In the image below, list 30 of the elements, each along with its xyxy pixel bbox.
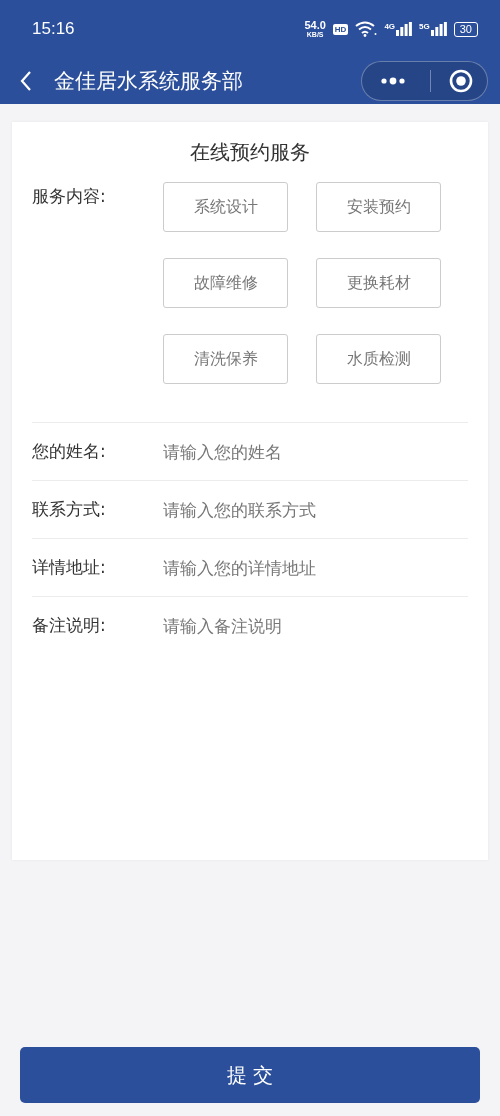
field-label: 您的姓名:	[32, 440, 107, 463]
service-option[interactable]: 安装预约	[316, 182, 441, 232]
service-option[interactable]: 更换耗材	[316, 258, 441, 308]
network-speed: 54.0	[304, 20, 326, 31]
back-icon[interactable]	[20, 70, 32, 92]
battery-icon: 30	[453, 21, 478, 37]
input-field[interactable]: 请输入您的联系方式	[163, 499, 468, 520]
more-icon[interactable]	[380, 77, 406, 85]
network-type: 4G	[384, 22, 396, 31]
wifi-icon	[355, 21, 378, 37]
close-icon[interactable]	[449, 69, 473, 93]
page-title: 金佳居水系统服务部	[54, 68, 244, 95]
field-label: 联系方式:	[32, 498, 107, 521]
signal-icon	[430, 22, 447, 36]
input-field[interactable]: 请输入备注说明	[163, 615, 468, 636]
field-label: 备注说明:	[32, 614, 107, 637]
hd-badge: HD	[332, 23, 349, 35]
input-field[interactable]: 请输入您的姓名	[163, 441, 468, 462]
signal-icon	[396, 22, 413, 36]
service-option[interactable]: 清洗保养	[163, 334, 288, 384]
submit-button[interactable]: 提 交	[20, 1047, 480, 1103]
field-label: 服务内容:	[32, 185, 107, 208]
service-option[interactable]: 故障维修	[163, 258, 288, 308]
clock-time: 15:16	[32, 19, 75, 39]
input-field[interactable]: 请输入您的详情地址	[163, 557, 468, 578]
service-option[interactable]: 水质检测	[316, 334, 441, 384]
network-type: 5G	[419, 22, 430, 31]
form-title: 在线预约服务	[189, 139, 311, 166]
field-label: 详情地址:	[32, 556, 107, 579]
service-option[interactable]: 系统设计	[163, 182, 288, 232]
